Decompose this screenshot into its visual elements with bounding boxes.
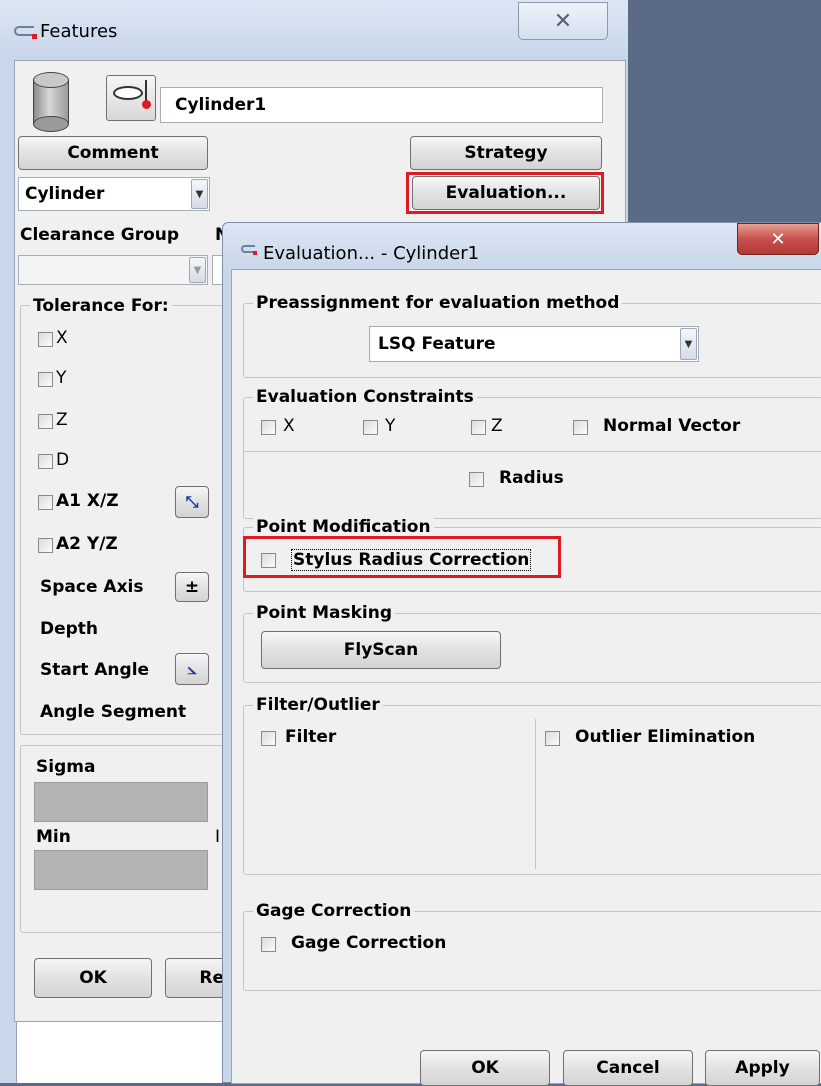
evaluation-close-button[interactable]: ✕ [737,223,819,255]
evaluation-apply-button[interactable]: Apply [705,1050,820,1086]
constraint-z-checkbox[interactable] [471,420,486,435]
tolerance-for-title: Tolerance For: [30,296,172,316]
feature-type-value: Cylinder [25,184,105,204]
constraint-z-label: Z [491,416,503,436]
stylus-radius-highlight [243,536,561,578]
outlier-checkbox[interactable] [545,731,560,746]
features-bottom-area [16,1022,226,1083]
features-ok-button[interactable]: OK [34,958,152,998]
clearance-group-select[interactable]: ▼ [18,255,208,285]
evaluation-method-value: LSQ Feature [378,334,496,354]
close-icon: ✕ [553,8,573,34]
constraint-y-checkbox[interactable] [363,420,378,435]
clearance-group-label: Clearance Group [20,225,180,245]
space-axis-label: Space Axis [40,577,144,597]
filter-divider [535,719,536,869]
filter-checkbox[interactable] [261,731,276,746]
tol-a2-label: A2 Y/Z [56,534,118,554]
constraint-radius-checkbox[interactable] [469,472,484,487]
close-icon: ✕ [770,228,786,250]
tol-d-checkbox[interactable] [38,454,53,469]
gage-correction-checkbox[interactable] [261,937,276,952]
space-axis-button[interactable]: ± [175,572,209,602]
evaluation-title-bar: Evaluation... - Cylinder1 ✕ [223,223,821,269]
start-angle-button[interactable]: ⦣ [175,653,209,685]
features-title-bar: Features ✕ [0,0,628,60]
chevron-down-icon: ▼ [189,257,206,283]
a1-axis-button[interactable]: ⤡ [175,486,209,518]
feature-name-field[interactable]: Cylinder1 [160,87,603,123]
evaluation-ok-button[interactable]: OK [420,1050,550,1086]
tol-y-label: Y [56,368,67,388]
min-suffix-label: I [215,827,221,847]
point-modification-title: Point Modification [253,517,434,537]
angle-segment-label: Angle Segment [40,702,187,722]
evaluation-cancel-button[interactable]: Cancel [563,1050,693,1086]
depth-label: Depth [40,619,99,639]
constraints-divider [243,451,821,452]
feature-type-select[interactable]: Cylinder ▼ [18,177,210,211]
cylinder-icon [33,72,69,132]
sigma-field [34,782,208,822]
angle-icon: ⦣ [187,659,197,678]
evaluation-button-highlight [406,172,604,214]
feature-name-value: Cylinder1 [175,95,267,115]
constraints-title: Evaluation Constraints [253,387,477,407]
tol-a1-label: A1 X/Z [56,491,119,511]
constraint-x-label: X [283,416,295,436]
features-close-button[interactable]: ✕ [518,2,608,40]
features-title: Features [40,21,118,42]
constraint-radius-label: Radius [499,468,564,488]
filter-label: Filter [285,727,337,747]
comment-button[interactable]: Comment [18,136,208,170]
evaluation-method-select[interactable]: LSQ Feature ▼ [369,326,699,362]
constraint-normal-checkbox[interactable] [573,420,588,435]
tol-a2-checkbox[interactable] [38,538,53,553]
probe-icon [113,86,143,100]
tol-z-label: Z [56,410,68,430]
gage-correction-title: Gage Correction [253,901,415,921]
constraint-normal-label: Normal Vector [603,416,741,436]
min-label: Min [36,827,71,847]
chevron-down-icon: ▼ [191,179,208,209]
tol-x-checkbox[interactable] [38,332,53,347]
tol-x-label: X [56,328,68,348]
gage-correction-label: Gage Correction [291,933,447,953]
constraint-y-label: Y [385,416,396,436]
tol-a1-checkbox[interactable] [38,495,53,510]
probe-button[interactable] [106,75,156,121]
tol-y-checkbox[interactable] [38,372,53,387]
outlier-label: Outlier Elimination [575,727,756,747]
preassignment-title: Preassignment for evaluation method [253,293,623,313]
axis-arrow-icon: ⤡ [185,492,199,511]
app-icon [14,26,34,36]
app-icon-dot [32,34,37,39]
tol-d-label: D [56,450,70,470]
strategy-button[interactable]: Strategy [410,136,602,170]
tol-z-checkbox[interactable] [38,414,53,429]
evaluation-title: Evaluation... - Cylinder1 [263,243,480,264]
evaluation-window: Evaluation... - Cylinder1 ✕ Preassignmen… [222,222,821,1086]
sigma-label: Sigma [36,757,96,777]
point-masking-title: Point Masking [253,603,396,623]
constraint-x-checkbox[interactable] [261,420,276,435]
flyscan-button[interactable]: FlyScan [261,631,501,669]
app-icon-dot [253,251,257,255]
start-angle-label: Start Angle [40,660,150,680]
filter-outlier-title: Filter/Outlier [253,695,383,715]
min-field [34,850,208,890]
chevron-down-icon: ▼ [680,328,697,360]
